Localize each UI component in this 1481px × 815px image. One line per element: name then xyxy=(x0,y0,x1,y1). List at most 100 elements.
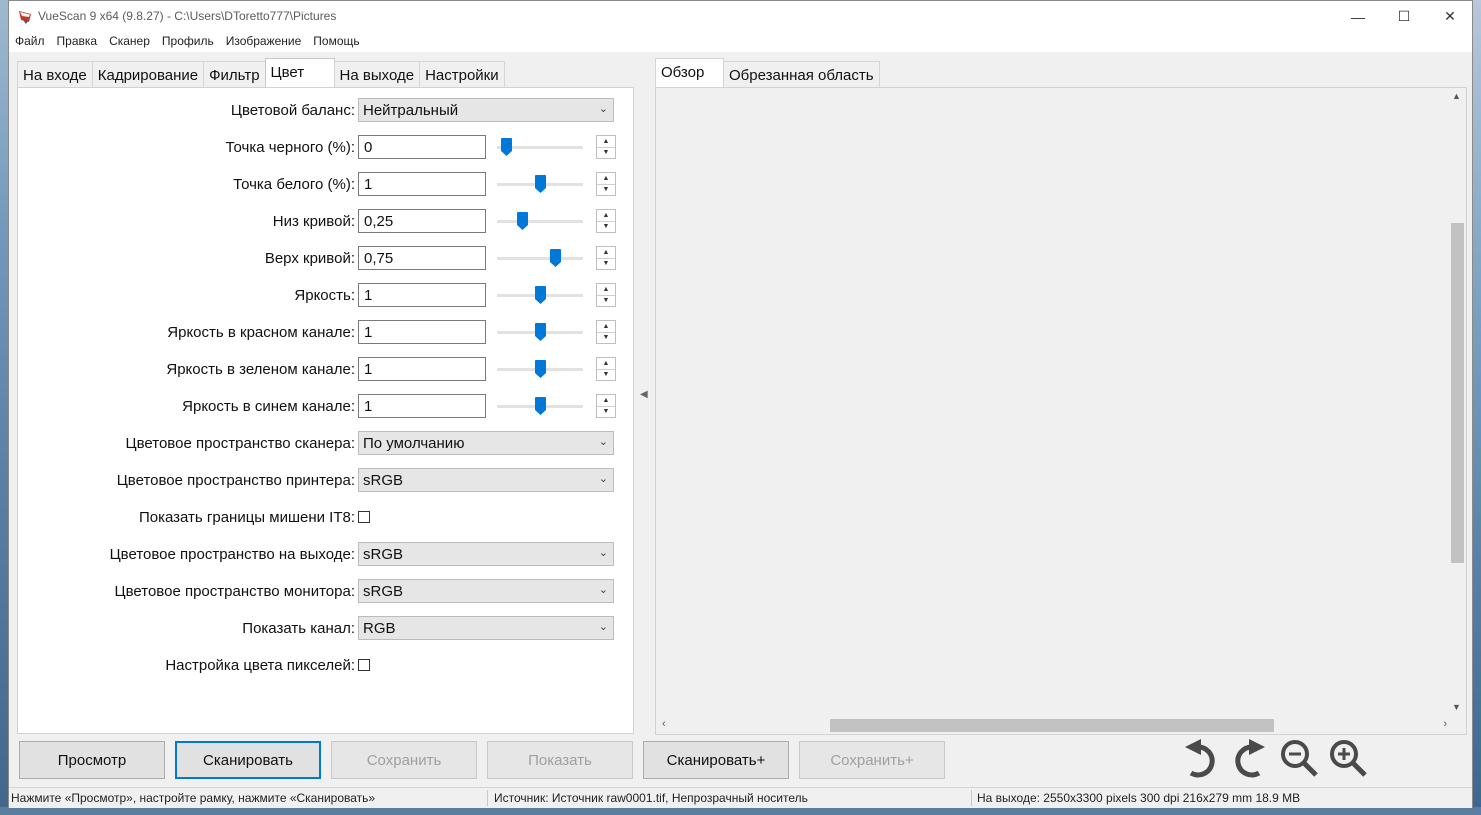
pixel-color-checkbox[interactable] xyxy=(358,659,370,671)
scroll-up-icon[interactable]: ▲ xyxy=(1452,91,1461,101)
brightness-slider[interactable] xyxy=(497,283,583,307)
brightness-blue-spinner[interactable]: ▲ ▼ xyxy=(596,394,616,418)
vertical-scrollbar[interactable]: ▲ ▼ xyxy=(1449,88,1466,718)
printer-space-select[interactable]: sRGB ⌄ xyxy=(358,468,614,492)
menu-image[interactable]: Изображение xyxy=(220,32,308,52)
chevron-down-icon: ⌄ xyxy=(598,584,608,596)
spin-down-icon[interactable]: ▼ xyxy=(597,332,615,343)
save-plus-button[interactable]: Сохранить+ xyxy=(799,741,945,779)
brightness-green-slider[interactable] xyxy=(497,357,583,381)
chevron-down-icon: ⌄ xyxy=(598,473,608,485)
brightness-green-input[interactable]: 1 xyxy=(358,357,486,381)
spin-down-icon[interactable]: ▼ xyxy=(597,258,615,269)
white-point-spinner[interactable]: ▲ ▼ xyxy=(596,172,616,196)
collapse-panel-icon[interactable]: ◀ xyxy=(640,389,648,400)
brightness-input[interactable]: 1 xyxy=(358,283,486,307)
slider-thumb[interactable] xyxy=(535,286,546,304)
slider-thumb[interactable] xyxy=(535,175,546,193)
slider-thumb[interactable] xyxy=(535,397,546,415)
minimize-button[interactable]: — xyxy=(1335,1,1381,32)
spin-down-icon[interactable]: ▼ xyxy=(597,406,615,417)
tab-settings[interactable]: Настройки xyxy=(419,61,505,89)
tab-preview[interactable]: Обзор xyxy=(655,58,724,89)
monitor-space-select[interactable]: sRGB ⌄ xyxy=(358,579,614,603)
scan-button[interactable]: Сканировать xyxy=(175,741,321,779)
menu-file[interactable]: Файл xyxy=(9,32,51,52)
brightness-red-input[interactable]: 1 xyxy=(358,320,486,344)
curve-low-input[interactable]: 0,25 xyxy=(358,209,486,233)
show-channel-select[interactable]: RGB ⌄ xyxy=(358,616,614,640)
window-title: VueScan 9 x64 (9.8.27) - C:\Users\DToret… xyxy=(38,9,337,23)
it8-bounds-checkbox[interactable] xyxy=(358,511,370,523)
menu-profile[interactable]: Профиль xyxy=(156,32,220,52)
horizontal-scrollbar[interactable]: ‹ › xyxy=(656,717,1451,734)
maximize-button[interactable]: ☐ xyxy=(1381,1,1427,32)
tab-output[interactable]: На выходе xyxy=(333,61,421,89)
spin-down-icon[interactable]: ▼ xyxy=(597,147,615,158)
menu-help[interactable]: Помощь xyxy=(307,32,365,52)
zoom-out-icon[interactable] xyxy=(1276,735,1322,781)
vertical-scroll-thumb[interactable] xyxy=(1451,223,1464,563)
brightness-blue-value: 1 xyxy=(364,398,373,415)
title-bar[interactable]: VueScan 9 x64 (9.8.27) - C:\Users\DToret… xyxy=(9,1,1472,32)
brightness-red-spinner[interactable]: ▲ ▼ xyxy=(596,320,616,344)
horizontal-scroll-thumb[interactable] xyxy=(830,719,1274,732)
chevron-down-icon: ⌄ xyxy=(598,621,608,633)
brightness-blue-slider[interactable] xyxy=(497,394,583,418)
close-button[interactable]: ✕ xyxy=(1427,1,1473,32)
brightness-spinner[interactable]: ▲ ▼ xyxy=(596,283,616,307)
curve-high-spinner[interactable]: ▲ ▼ xyxy=(596,246,616,270)
preview-area[interactable]: ▲ ▼ ‹ › xyxy=(655,87,1467,735)
tab-cropped-area[interactable]: Обрезанная область xyxy=(723,61,880,89)
scroll-right-icon[interactable]: › xyxy=(1443,718,1447,730)
monitor-space-value: sRGB xyxy=(363,583,404,600)
save-button[interactable]: Сохранить xyxy=(331,741,477,779)
white-point-slider[interactable] xyxy=(497,172,583,196)
scroll-down-icon[interactable]: ▼ xyxy=(1452,702,1461,712)
status-divider xyxy=(487,790,488,806)
black-point-slider[interactable] xyxy=(497,135,583,159)
slider-thumb[interactable] xyxy=(535,360,546,378)
tab-crop[interactable]: Кадрирование xyxy=(91,61,205,89)
spin-down-icon[interactable]: ▼ xyxy=(597,369,615,380)
scanner-space-value: По умолчанию xyxy=(363,435,465,452)
output-space-select[interactable]: sRGB ⌄ xyxy=(358,542,614,566)
slider-thumb[interactable] xyxy=(501,138,512,156)
slider-thumb[interactable] xyxy=(550,249,561,267)
curve-low-slider[interactable] xyxy=(497,209,583,233)
spin-down-icon[interactable]: ▼ xyxy=(597,295,615,306)
rotate-left-icon[interactable] xyxy=(1177,735,1223,781)
menu-scanner[interactable]: Сканер xyxy=(103,32,156,52)
zoom-in-icon[interactable] xyxy=(1325,735,1371,781)
preview-button[interactable]: Просмотр xyxy=(19,741,165,779)
menu-edit[interactable]: Правка xyxy=(51,32,104,52)
spin-down-icon[interactable]: ▼ xyxy=(597,221,615,232)
rotate-right-icon[interactable] xyxy=(1227,735,1273,781)
black-point-spinner[interactable]: ▲ ▼ xyxy=(596,135,616,159)
brightness-blue-input[interactable]: 1 xyxy=(358,394,486,418)
tab-filter[interactable]: Фильтр xyxy=(203,61,266,89)
white-point-row: Точка белого (%): 1 ▲ ▼ xyxy=(18,172,618,198)
brightness-row: Яркость: 1 ▲ ▼ xyxy=(18,283,618,309)
scroll-left-icon[interactable]: ‹ xyxy=(662,718,666,730)
it8-bounds-label: Показать границы мишени IT8: xyxy=(138,509,355,526)
brightness-red-slider[interactable] xyxy=(497,320,583,344)
slider-thumb[interactable] xyxy=(517,212,528,230)
black-point-input[interactable]: 0 xyxy=(358,135,486,159)
brightness-green-spinner[interactable]: ▲ ▼ xyxy=(596,357,616,381)
show-button[interactable]: Показать xyxy=(487,741,633,779)
spin-down-icon[interactable]: ▼ xyxy=(597,184,615,195)
menu-bar: Файл Правка Сканер Профиль Изображение П… xyxy=(9,32,1472,52)
scan-plus-button[interactable]: Сканировать+ xyxy=(643,741,789,779)
scanner-space-select[interactable]: По умолчанию ⌄ xyxy=(358,431,614,455)
slider-thumb[interactable] xyxy=(535,323,546,341)
curve-high-input[interactable]: 0,75 xyxy=(358,246,486,270)
curve-low-spinner[interactable]: ▲ ▼ xyxy=(596,209,616,233)
tab-input[interactable]: На входе xyxy=(17,61,93,89)
tab-color[interactable]: Цвет xyxy=(264,58,335,89)
color-balance-select[interactable]: Нейтральный ⌄ xyxy=(358,98,614,122)
white-point-input[interactable]: 1 xyxy=(358,172,486,196)
settings-tabs: На входе Кадрирование Фильтр Цвет На вых… xyxy=(17,58,505,89)
brightness-blue-row: Яркость в синем канале: 1 ▲ ▼ xyxy=(18,394,618,420)
curve-high-slider[interactable] xyxy=(497,246,583,270)
